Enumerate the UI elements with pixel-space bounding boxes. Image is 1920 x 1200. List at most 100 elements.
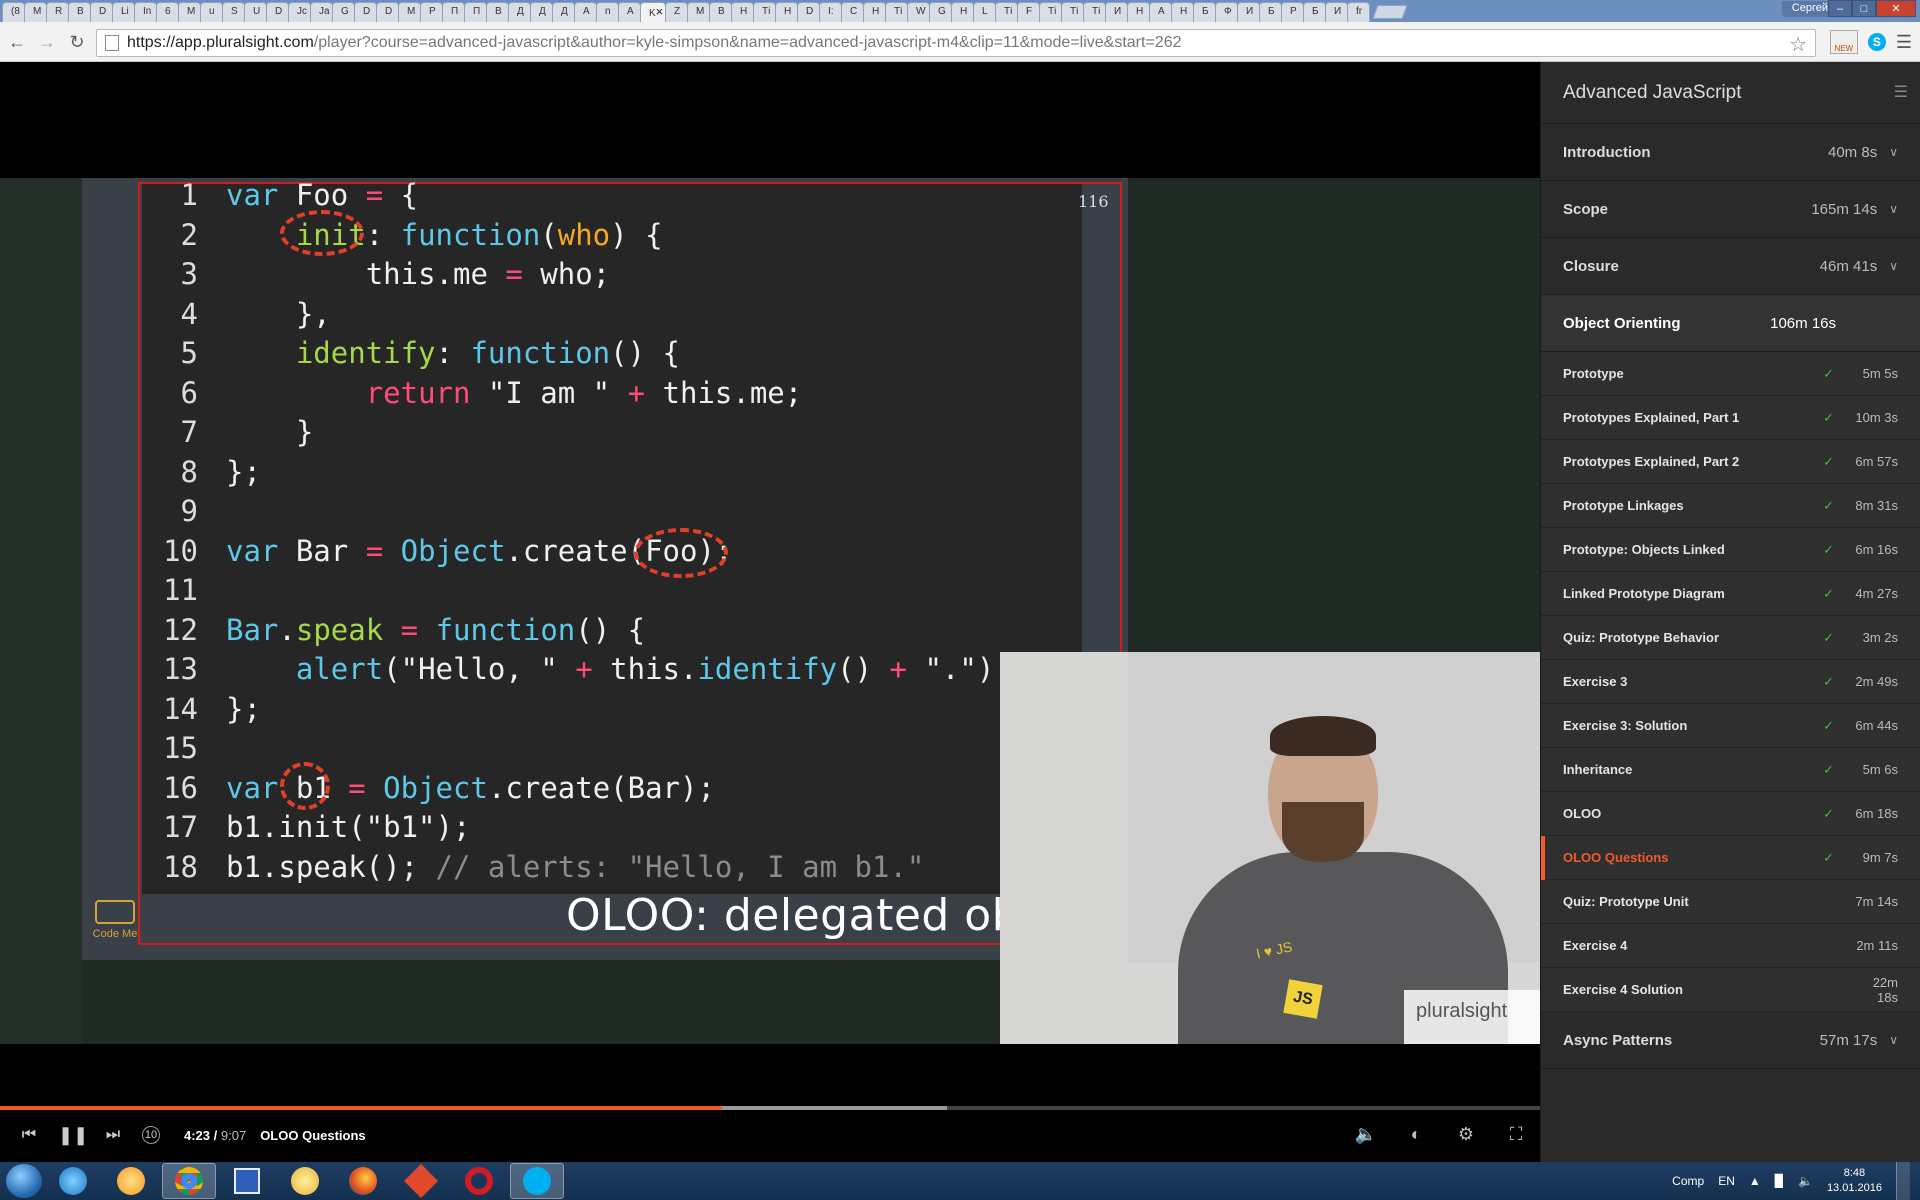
close-tab-icon[interactable]: × <box>656 4 664 19</box>
browser-tab[interactable]: H <box>775 2 798 22</box>
browser-tab[interactable]: D <box>354 2 377 22</box>
skype-extension-icon[interactable]: S <box>1867 33 1886 51</box>
browser-tab[interactable]: Ті <box>753 2 776 22</box>
browser-tab[interactable]: П <box>464 2 487 22</box>
browser-tab[interactable]: D <box>376 2 399 22</box>
playback-speed-icon[interactable]: ◐ <box>1404 1124 1428 1145</box>
browser-tab[interactable]: I: <box>819 2 842 22</box>
browser-tab[interactable]: M <box>178 2 201 22</box>
taskbar-ie[interactable] <box>46 1163 100 1199</box>
browser-tab[interactable]: Б <box>1193 2 1216 22</box>
back-icon[interactable]: ← <box>4 29 30 55</box>
previous-clip-icon[interactable]: ⏮ <box>16 1126 42 1144</box>
browser-tab[interactable]: Д <box>530 2 553 22</box>
browser-tab[interactable]: fr <box>1347 2 1370 22</box>
browser-tab[interactable]: C <box>841 2 864 22</box>
browser-tab[interactable]: A <box>618 2 641 22</box>
clip-item[interactable]: Prototype Linkages ✓ 8m 31s <box>1541 484 1920 528</box>
browser-tab[interactable]: 6 <box>156 2 179 22</box>
clip-item[interactable]: Quiz: Prototype Unit 7m 14s <box>1541 880 1920 924</box>
browser-tab[interactable]: F <box>1017 2 1040 22</box>
language-indicator[interactable]: EN <box>1718 1174 1735 1188</box>
tray-expand-icon[interactable]: ▲ <box>1749 1174 1761 1188</box>
browser-tab[interactable]: K× <box>640 2 666 22</box>
browser-tab[interactable]: M <box>24 2 47 22</box>
taskbar-save[interactable] <box>220 1163 274 1199</box>
browser-tab[interactable]: H <box>1171 2 1194 22</box>
browser-tab[interactable]: И <box>1105 2 1128 22</box>
clip-item[interactable]: Linked Prototype Diagram ✓ 4m 27s <box>1541 572 1920 616</box>
browser-tab[interactable]: H <box>863 2 886 22</box>
module-item[interactable]: Object Orienting 106m 16s <box>1541 295 1920 352</box>
address-bar[interactable]: https://app.pluralsight.com/player?cours… <box>96 29 1816 57</box>
browser-tab[interactable]: P <box>1281 2 1304 22</box>
browser-tab[interactable]: B <box>486 2 509 22</box>
taskbar-opera[interactable] <box>452 1163 506 1199</box>
browser-tab[interactable]: D <box>266 2 289 22</box>
module-item[interactable]: Closure 46m 41s ∨ <box>1541 238 1920 295</box>
browser-tab[interactable]: Ті <box>1083 2 1106 22</box>
clip-item[interactable]: Prototype: Objects Linked ✓ 6m 16s <box>1541 528 1920 572</box>
browser-tab[interactable]: D <box>90 2 113 22</box>
next-clip-icon[interactable]: ⏭ <box>100 1126 126 1144</box>
taskbar-firefox[interactable] <box>336 1163 390 1199</box>
new-extension-icon[interactable]: NEW <box>1829 30 1858 54</box>
browser-tab[interactable]: M <box>687 2 710 22</box>
browser-tab[interactable]: H <box>951 2 974 22</box>
browser-tab[interactable]: Б <box>1303 2 1326 22</box>
settings-gear-icon[interactable]: ⚙ <box>1454 1124 1478 1145</box>
clip-item[interactable]: Quiz: Prototype Behavior ✓ 3m 2s <box>1541 616 1920 660</box>
browser-tab[interactable]: G <box>332 2 355 22</box>
show-desktop-button[interactable] <box>1896 1162 1910 1200</box>
bookmark-star-icon[interactable]: ☆ <box>1789 32 1807 57</box>
module-item[interactable]: Async Patterns 57m 17s ∨ <box>1541 1012 1920 1069</box>
browser-tab[interactable]: Б <box>1259 2 1282 22</box>
browser-tab[interactable]: M <box>398 2 421 22</box>
browser-tab[interactable]: Ті <box>1039 2 1062 22</box>
rewind-icon[interactable]: 10 <box>142 1126 160 1144</box>
taskbar-skype[interactable] <box>510 1163 564 1199</box>
browser-tab[interactable]: B <box>68 2 91 22</box>
browser-tab[interactable]: U <box>244 2 267 22</box>
browser-tab[interactable]: R <box>46 2 69 22</box>
browser-tab[interactable]: Ф <box>1215 2 1238 22</box>
clip-item[interactable]: Prototype ✓ 5m 5s <box>1541 352 1920 396</box>
clip-item[interactable]: Inheritance ✓ 5m 6s <box>1541 748 1920 792</box>
browser-tab[interactable]: A <box>574 2 597 22</box>
browser-tab[interactable]: B <box>709 2 732 22</box>
browser-tab[interactable]: u <box>200 2 223 22</box>
close-window-icon[interactable]: ✕ <box>1876 0 1916 17</box>
taskbar-git[interactable] <box>394 1163 448 1199</box>
module-item[interactable]: Scope 165m 14s ∨ <box>1541 181 1920 238</box>
clip-item[interactable]: OLOO Questions ✓ 9m 7s <box>1541 836 1920 880</box>
clip-item[interactable]: Exercise 4 Solution 22m 18s <box>1541 968 1920 1012</box>
speaker-icon[interactable]: 🔈 <box>1798 1174 1813 1188</box>
browser-tab[interactable]: И <box>1325 2 1348 22</box>
pause-icon[interactable]: ❚❚ <box>58 1125 88 1146</box>
browser-tab[interactable]: Ja <box>310 2 333 22</box>
taskbar-player[interactable] <box>104 1163 158 1199</box>
minimize-icon[interactable]: – <box>1828 0 1852 17</box>
video-player[interactable]: 116 1 var Foo = {2 init: function(who) {3… <box>0 62 1540 1162</box>
browser-tab[interactable]: P <box>420 2 443 22</box>
reload-icon[interactable]: ↻ <box>64 29 90 55</box>
clip-item[interactable]: Prototypes Explained, Part 2 ✓ 6m 57s <box>1541 440 1920 484</box>
browser-tab[interactable]: Jc <box>288 2 311 22</box>
clip-item[interactable]: Prototypes Explained, Part 1 ✓ 10m 3s <box>1541 396 1920 440</box>
browser-tab[interactable]: H <box>731 2 754 22</box>
browser-tab[interactable]: (8 <box>2 2 25 22</box>
browser-tab[interactable]: W <box>907 2 930 22</box>
maximize-icon[interactable]: □ <box>1852 0 1876 17</box>
forward-icon[interactable]: → <box>34 29 60 55</box>
browser-tab[interactable]: Ті <box>995 2 1018 22</box>
taskbar-paint[interactable] <box>278 1163 332 1199</box>
network-icon[interactable]: ▉ <box>1775 1174 1784 1188</box>
browser-tab[interactable]: Ті <box>1061 2 1084 22</box>
new-tab-button[interactable] <box>1372 5 1408 19</box>
clip-item[interactable]: Exercise 4 2m 11s <box>1541 924 1920 968</box>
browser-menu-icon[interactable]: ☰ <box>1896 32 1912 53</box>
browser-tab[interactable]: Д <box>508 2 531 22</box>
browser-tab[interactable]: Ті <box>885 2 908 22</box>
module-item[interactable]: Introduction 40m 8s ∨ <box>1541 124 1920 181</box>
clip-item[interactable]: Exercise 3 ✓ 2m 49s <box>1541 660 1920 704</box>
